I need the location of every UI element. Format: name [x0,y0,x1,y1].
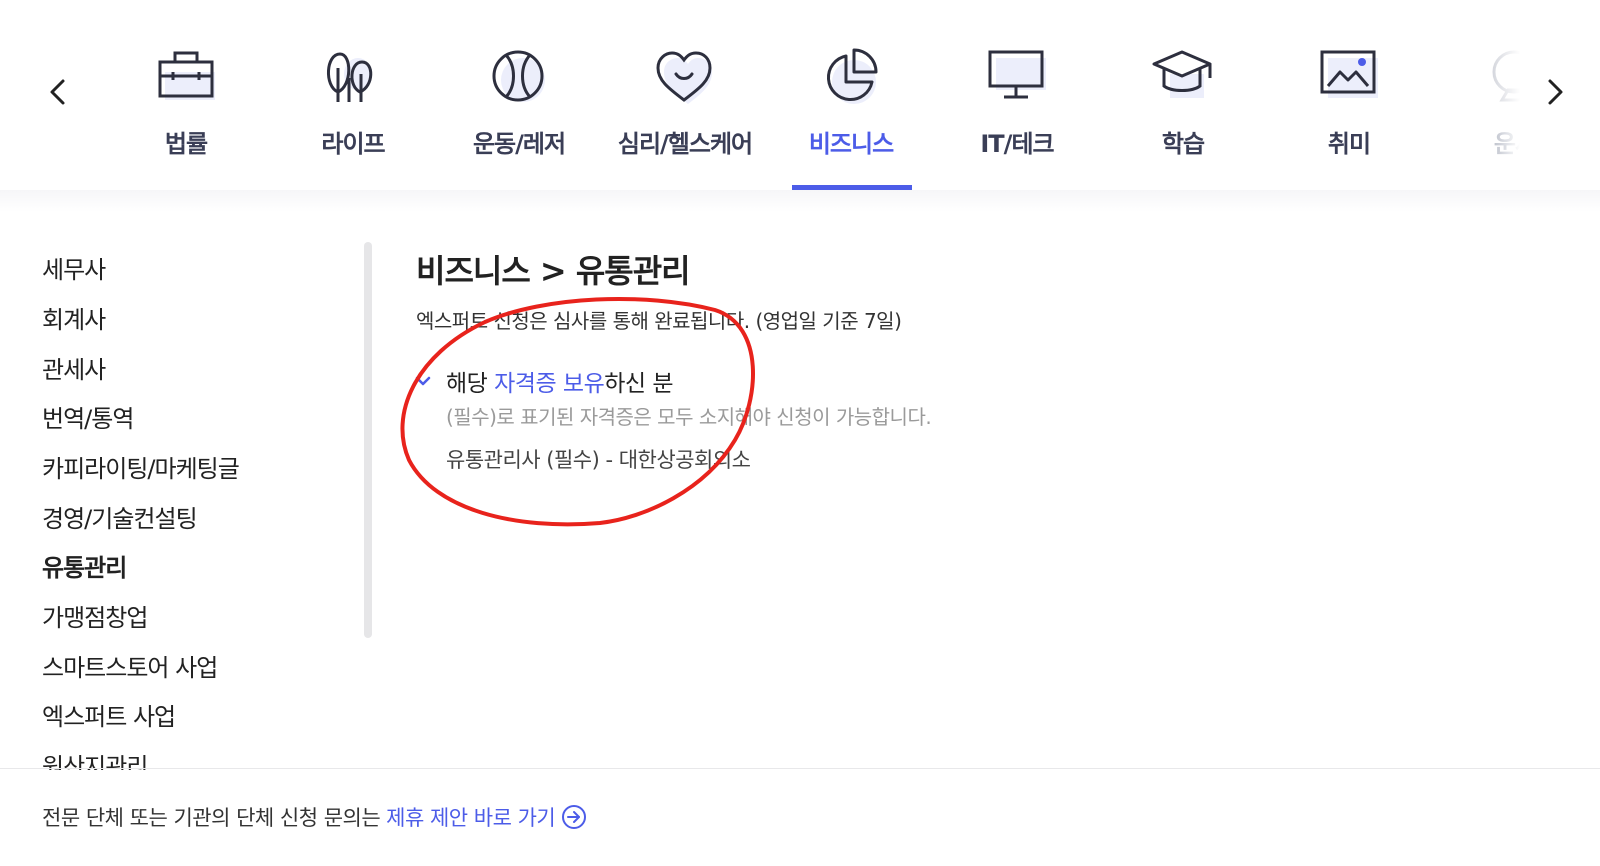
footer: 전문 단체 또는 기관의 단체 신청 문의는 제휴 제안 바로 가기 [42,802,587,832]
sidebar-item-smartstore[interactable]: 스마트스토어 사업 [42,648,218,683]
category-label: IT/테크 [980,130,1054,158]
sidebar-item-franchise[interactable]: 가맹점창업 [42,598,148,633]
category-label: 운동/레저 [472,130,566,158]
category-tab-it[interactable]: IT/테크 [932,0,1102,190]
scroll-right-button[interactable] [1535,70,1575,114]
requirement-suffix: 하신 분 [604,371,674,397]
footer-divider [0,768,1600,769]
briefcase-icon [151,42,221,112]
category-tab-business[interactable]: 비즈니스 [766,0,936,190]
sidebar-item-translation[interactable]: 번역/통역 [42,399,134,434]
heart-smile-icon [650,42,720,112]
arrow-circle-right-icon [562,805,587,829]
graduation-cap-icon [1148,42,1218,112]
sidebar-scrollbar[interactable] [364,242,372,638]
category-label: 심리/헬스케어 [617,130,753,158]
requirement-note: (필수)로 표기된 자격증은 모두 소지해야 신청이 가능합니다. [446,405,932,429]
sidebar-item-tax-accountant[interactable]: 세무사 [42,250,106,285]
scroll-fade [1478,0,1538,190]
subcategory-sidebar: 세무사 회계사 관세사 번역/통역 카피라이팅/마케팅글 경영/기술컨설팅 유통… [0,240,370,770]
sidebar-item-customs-broker[interactable]: 관세사 [42,350,106,385]
trees-icon [318,42,388,112]
certificate-item: 유통관리사 (필수) - 대한상공회의소 [446,448,751,472]
partnership-link-label: 제휴 제안 바로 가기 [386,806,556,830]
category-tab-life[interactable]: 라이프 [268,0,438,190]
picture-icon [1314,42,1384,112]
page-title: 비즈니스 > 유통관리 [416,252,691,290]
chevron-left-icon [50,79,65,105]
footer-text: 전문 단체 또는 기관의 단체 신청 문의는 [42,806,381,830]
requirement-heading: 해당 자격증 보유하신 분 [446,364,674,398]
category-label: 법률 [164,130,208,158]
category-label: 비즈니스 [808,130,894,158]
category-tab-healthcare[interactable]: 심리/헬스케어 [600,0,770,190]
pie-chart-icon [816,42,886,112]
category-list: 법률 라이프 운동/레저 심리/헬스케어 비즈니스 IT/테크 학습 취미 [120,0,1550,190]
chevron-down-icon [415,376,431,386]
requirement-prefix: 해당 [446,371,495,397]
sidebar-item-accountant[interactable]: 회계사 [42,300,106,335]
category-tab-sports[interactable]: 운동/레저 [434,0,604,190]
sidebar-item-distribution[interactable]: 유통관리 [42,548,127,583]
scroll-left-button[interactable] [38,70,78,114]
category-label: 라이프 [321,130,385,158]
category-tab-study[interactable]: 학습 [1098,0,1268,190]
sidebar-item-copywriting[interactable]: 카피라이팅/마케팅글 [42,449,240,484]
category-tab-hobby[interactable]: 취미 [1264,0,1434,190]
chevron-right-icon [1548,79,1563,105]
requirement-highlight: 자격증 보유 [494,371,605,397]
sidebar-item-expert-business[interactable]: 엑스퍼트 사업 [42,697,176,732]
monitor-icon [982,42,1052,112]
requirement-toggle[interactable]: 해당 자격증 보유하신 분 [412,364,674,398]
category-label: 학습 [1161,130,1205,158]
category-nav: 법률 라이프 운동/레저 심리/헬스케어 비즈니스 IT/테크 학습 취미 [0,0,1600,190]
partnership-link[interactable]: 제휴 제안 바로 가기 [386,802,587,832]
category-label: 취미 [1327,130,1371,158]
category-tab-law[interactable]: 법률 [120,0,271,190]
page-description: 엑스퍼트 신청은 심사를 통해 완료됩니다. (영업일 기준 7일) [416,309,902,333]
section-divider [0,190,1600,212]
ball-icon [484,42,554,112]
sidebar-item-consulting[interactable]: 경영/기술컨설팅 [42,499,198,534]
sidebar-item-origin-management[interactable]: 원산지관리 [42,747,148,770]
